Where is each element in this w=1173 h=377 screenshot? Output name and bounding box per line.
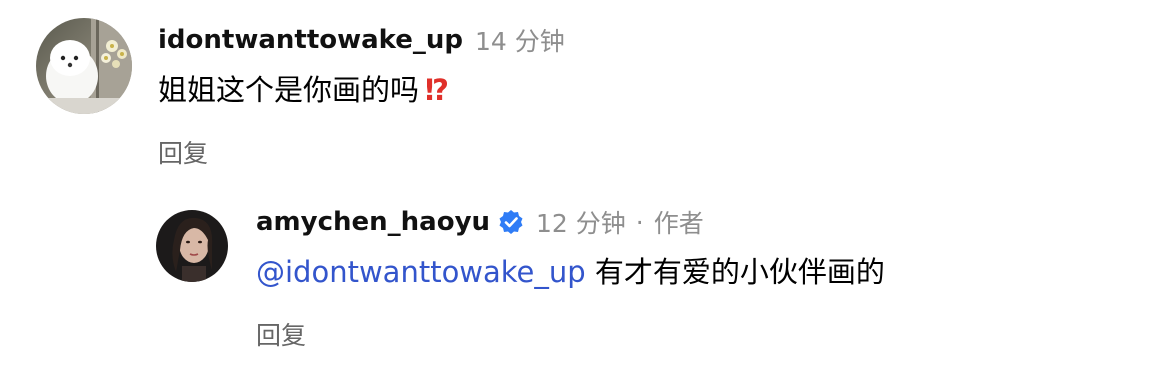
- reply-comment: amychen_haoyu 12 分钟 · 作者 @idontwanttowak…: [156, 200, 1136, 360]
- comment-text: 姐姐这个是你画的吗: [158, 73, 420, 107]
- comment-text: 有才有爱的小伙伴画的: [594, 255, 885, 289]
- timestamp: 14 分钟: [475, 27, 565, 56]
- avatar[interactable]: [36, 18, 132, 114]
- comment-text-line: 姐姐这个是你画的吗 ⁉: [158, 68, 565, 112]
- username[interactable]: idontwanttowake_up: [158, 25, 463, 55]
- verified-badge-icon: [499, 210, 523, 234]
- comment-body: idontwanttowake_up 14 分钟 姐姐这个是你画的吗 ⁉ 回复: [158, 18, 565, 170]
- comment-header: idontwanttowake_up 14 分钟: [158, 18, 565, 62]
- reply-button[interactable]: 回复: [256, 316, 306, 352]
- dog-avatar-image: [36, 18, 132, 114]
- woman-avatar-image: [156, 210, 228, 282]
- timestamp: 12 分钟: [536, 209, 626, 238]
- author-label: 作者: [653, 209, 704, 238]
- username[interactable]: amychen_haoyu: [256, 207, 490, 237]
- comment-body: amychen_haoyu 12 分钟 · 作者 @idontwanttowak…: [256, 200, 885, 352]
- exclamation-question-emoji-icon: ⁉: [425, 73, 450, 107]
- comment-text-line: @idontwanttowake_up 有才有爱的小伙伴画的: [256, 250, 885, 294]
- avatar[interactable]: [156, 210, 228, 282]
- comment: idontwanttowake_up 14 分钟 姐姐这个是你画的吗 ⁉ 回复: [36, 18, 1136, 168]
- comment-header: amychen_haoyu 12 分钟 · 作者: [256, 200, 885, 244]
- separator: ·: [635, 207, 644, 237]
- mention-link[interactable]: @idontwanttowake_up: [256, 255, 586, 289]
- reply-button[interactable]: 回复: [158, 134, 208, 170]
